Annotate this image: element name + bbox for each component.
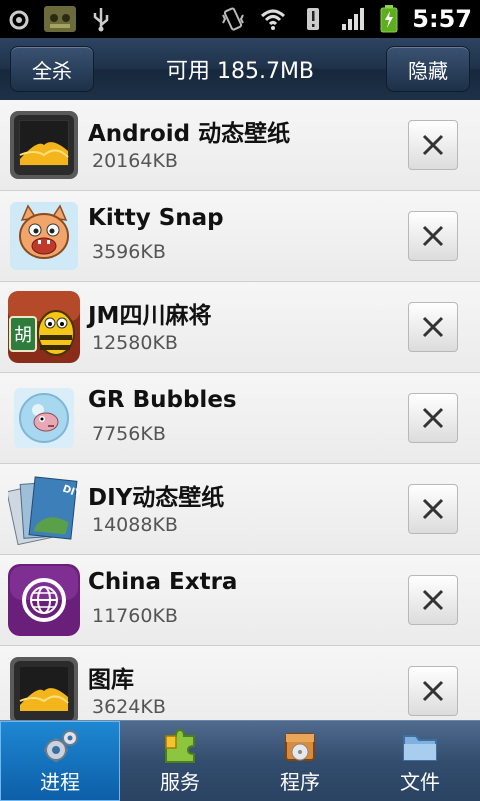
bottom-tab-bar: 进程 服务 程序 文件 <box>0 720 480 801</box>
gallery-picture-icon <box>8 655 80 720</box>
mahjong-bee-icon: 胡 <box>8 291 80 363</box>
app-name: DIY动态壁纸 <box>88 485 225 511</box>
list-item[interactable]: Kitty Snap 3596KB <box>0 191 480 282</box>
kill-process-button[interactable] <box>408 575 458 625</box>
close-icon <box>422 498 444 520</box>
app-name: China Extra <box>88 569 238 595</box>
app-name: Kitty Snap <box>88 205 224 231</box>
kill-process-button[interactable] <box>408 211 458 261</box>
kill-all-button[interactable]: 全杀 <box>10 46 94 92</box>
clock: 5:57 <box>412 5 472 33</box>
header-bar: 全杀 可用 185.7MB 隐藏 <box>0 38 480 101</box>
app-name: JM四川麻将 <box>88 303 212 329</box>
list-item[interactable]: 胡 JM四川麻将 12580KB <box>0 282 480 373</box>
tab-files[interactable]: 文件 <box>360 721 480 801</box>
close-icon <box>422 589 444 611</box>
close-icon <box>422 680 444 702</box>
puzzle-icon <box>165 728 195 763</box>
app-memory-size: 14088KB <box>92 514 178 536</box>
close-icon <box>422 316 444 338</box>
tab-services[interactable]: 服务 <box>120 721 240 801</box>
alert-icon <box>307 8 320 30</box>
tab-label: 进程 <box>40 770 80 794</box>
gears-icon <box>44 730 78 762</box>
list-item[interactable]: Android 动态壁纸 20164KB <box>0 100 480 191</box>
kill-process-button[interactable] <box>408 666 458 716</box>
status-bar: 5:57 <box>0 0 480 38</box>
kill-process-button[interactable] <box>408 393 458 443</box>
close-icon <box>422 225 444 247</box>
kitty-cat-icon <box>8 200 80 272</box>
app-name: Android 动态壁纸 <box>88 121 291 147</box>
list-item[interactable]: GR Bubbles 7756KB <box>0 373 480 464</box>
app-memory-size: 7756KB <box>92 423 166 445</box>
list-item[interactable]: DIY DIY动态壁纸 14088KB <box>0 464 480 555</box>
tab-processes[interactable]: 进程 <box>0 721 120 801</box>
gallery-picture-icon <box>8 109 80 181</box>
signal-icon <box>342 8 365 30</box>
close-icon <box>422 134 444 156</box>
app-memory-size: 20164KB <box>92 150 178 172</box>
wifi-icon <box>261 9 286 30</box>
kill-process-button[interactable] <box>408 120 458 170</box>
bubble-fish-icon <box>8 382 80 454</box>
usb-debug-icon <box>9 10 29 30</box>
app-memory-size: 12580KB <box>92 332 178 354</box>
tab-label: 程序 <box>280 770 320 794</box>
app-memory-size: 3596KB <box>92 241 166 263</box>
app-memory-size: 11760KB <box>92 605 178 627</box>
photo-stack-icon: DIY <box>8 473 80 545</box>
list-item[interactable]: 图库 3624KB <box>0 646 480 720</box>
app-name: GR Bubbles <box>88 387 237 413</box>
package-icon <box>285 733 315 761</box>
svg-text:胡: 胡 <box>14 325 32 346</box>
tab-programs[interactable]: 程序 <box>240 721 360 801</box>
usb-icon <box>93 8 109 32</box>
app-memory-size: 3624KB <box>92 696 166 718</box>
tab-label: 服务 <box>160 770 200 794</box>
battery-charging-icon <box>380 5 398 33</box>
tab-label: 文件 <box>400 770 440 794</box>
kill-process-button[interactable] <box>408 302 458 352</box>
list-item[interactable]: China Extra 11760KB <box>0 555 480 646</box>
android-notification-icon <box>44 6 76 32</box>
hide-button[interactable]: 隐藏 <box>386 46 470 92</box>
folder-icon <box>403 735 437 761</box>
process-list[interactable]: Android 动态壁纸 20164KB Kitty Snap 3596KB 胡… <box>0 100 480 720</box>
kill-process-button[interactable] <box>408 484 458 534</box>
close-icon <box>422 407 444 429</box>
available-memory-title: 可用 185.7MB <box>165 59 315 84</box>
app-name: 图库 <box>88 667 134 693</box>
vibrate-icon <box>222 7 245 31</box>
globe-icon <box>8 564 80 636</box>
